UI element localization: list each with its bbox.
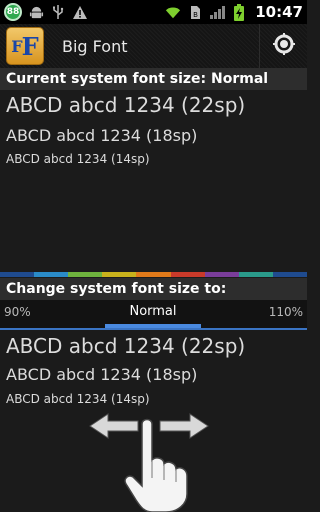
app-title: Big Font — [62, 36, 128, 56]
preview-sample-14sp: ABCD abcd 1234 (14sp) — [6, 392, 150, 406]
app-icon[interactable]: F F — [6, 27, 44, 65]
settings-dial-button[interactable] — [259, 24, 307, 68]
clock: 10:47 — [255, 3, 303, 21]
app-icon-letter-big: F — [21, 31, 39, 61]
current-sample-14sp: ABCD abcd 1234 (14sp) — [6, 152, 150, 166]
action-bar: F F Big Font — [0, 24, 307, 68]
color-strip — [0, 272, 307, 277]
status-bar: 88 B 10:47 — [0, 0, 307, 24]
signal-icon — [209, 4, 226, 20]
color-strip-segment — [102, 272, 137, 277]
color-strip-segment — [272, 272, 307, 277]
color-strip-segment — [238, 272, 273, 277]
usb-icon — [50, 4, 66, 20]
current-sample-18sp: ABCD abcd 1234 (18sp) — [6, 126, 198, 145]
option-90-percent[interactable]: 90% — [4, 305, 31, 319]
preview-sample-22sp: ABCD abcd 1234 (22sp) — [6, 334, 246, 358]
preview-sample-18sp: ABCD abcd 1234 (18sp) — [6, 365, 198, 384]
notification-badge-icon: 88 — [4, 3, 22, 21]
svg-text:B: B — [193, 11, 198, 19]
notification-badge-count: 88 — [6, 7, 20, 17]
warning-icon — [72, 4, 88, 20]
android-icon — [28, 4, 44, 20]
color-strip-segment — [170, 272, 205, 277]
font-size-selector[interactable]: 90% Normal 110% — [0, 300, 307, 330]
color-strip-segment — [136, 272, 171, 277]
change-font-size-header: Change system font size to: — [0, 278, 307, 300]
color-strip-segment — [204, 272, 239, 277]
battery-charging-icon — [231, 3, 247, 21]
swipe-hand-icon — [86, 408, 212, 512]
color-strip-segment — [68, 272, 103, 277]
settings-dial-icon — [272, 33, 295, 59]
selected-option-label: Normal — [129, 304, 177, 319]
current-font-size-header: Current system font size: Normal — [0, 68, 307, 90]
wifi-icon — [165, 4, 181, 20]
sim-icon: B — [187, 4, 203, 20]
option-normal-selected[interactable]: Normal — [105, 300, 201, 328]
color-strip-segment — [34, 272, 69, 277]
selected-indicator — [105, 324, 201, 328]
option-110-percent[interactable]: 110% — [269, 305, 303, 319]
current-sample-22sp: ABCD abcd 1234 (22sp) — [6, 93, 246, 117]
color-strip-segment — [0, 272, 35, 277]
